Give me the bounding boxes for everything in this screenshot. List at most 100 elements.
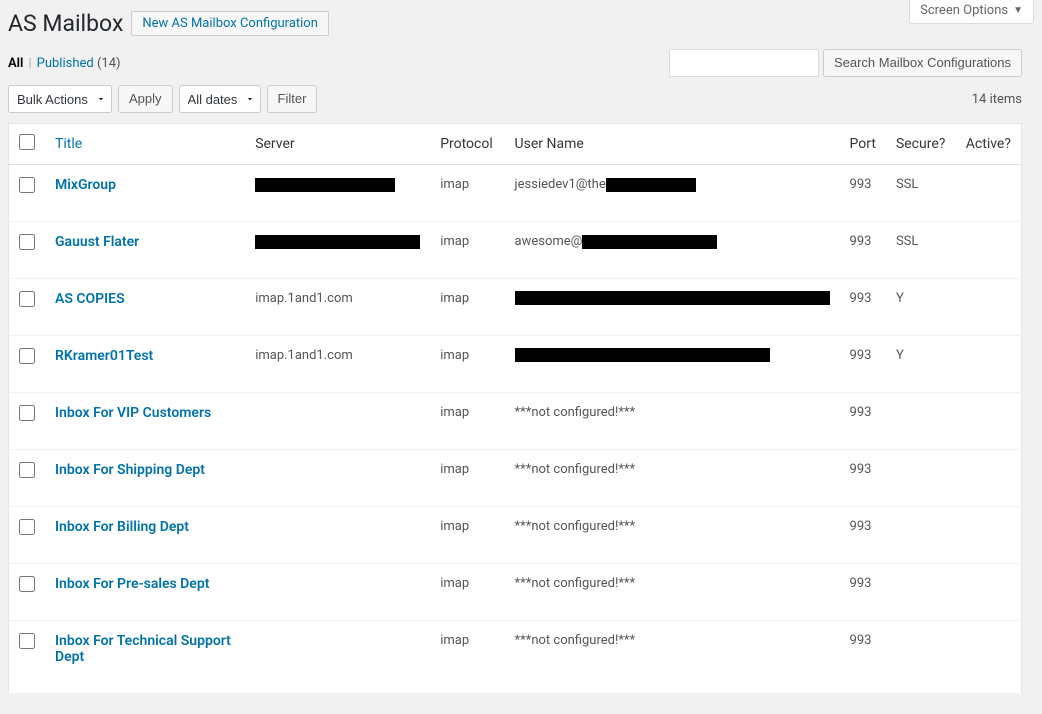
row-protocol: imap <box>430 393 504 450</box>
row-checkbox[interactable] <box>19 348 35 364</box>
page-title: AS Mailbox <box>8 10 123 37</box>
row-protocol: imap <box>430 222 504 279</box>
row-protocol: imap <box>430 279 504 336</box>
row-username: jessiedev1@the <box>505 165 840 222</box>
add-new-button[interactable]: New AS Mailbox Configuration <box>131 11 329 36</box>
row-checkbox[interactable] <box>19 633 35 649</box>
row-username <box>505 279 840 336</box>
row-active <box>956 393 1022 450</box>
table-row: AS COPIES imap.1and1.comimap 993Y <box>9 279 1022 336</box>
search-button[interactable]: Search Mailbox Configurations <box>823 49 1022 77</box>
redacted-block <box>606 178 696 192</box>
row-checkbox[interactable] <box>19 291 35 307</box>
row-protocol: imap <box>430 564 504 621</box>
chevron-down-icon: ▼ <box>1013 5 1023 16</box>
row-protocol: imap <box>430 621 504 694</box>
row-title-link[interactable]: Inbox For Pre-sales Dept <box>55 576 209 592</box>
row-server: imap.1and1.com <box>245 336 430 393</box>
row-server <box>245 507 430 564</box>
row-protocol: imap <box>430 165 504 222</box>
row-secure <box>886 564 956 621</box>
row-server <box>245 450 430 507</box>
row-secure: SSL <box>886 165 956 222</box>
table-row: Inbox For Pre-sales Dept imap***not confi… <box>9 564 1022 621</box>
row-secure: Y <box>886 279 956 336</box>
row-port: 993 <box>840 279 886 336</box>
row-title-link[interactable]: AS COPIES <box>55 291 125 307</box>
table-row: Inbox For VIP Customers imap***not config… <box>9 393 1022 450</box>
filter-published-link[interactable]: Published <box>37 56 94 71</box>
row-secure <box>886 507 956 564</box>
column-username: User Name <box>505 124 840 165</box>
column-active: Active? <box>956 124 1022 165</box>
row-title-link[interactable]: Inbox For VIP Customers <box>55 405 211 421</box>
row-checkbox[interactable] <box>19 234 35 250</box>
row-server <box>245 621 430 694</box>
row-checkbox[interactable] <box>19 405 35 421</box>
row-checkbox[interactable] <box>19 177 35 193</box>
row-title-link[interactable]: Inbox For Billing Dept <box>55 519 189 535</box>
row-server <box>245 165 430 222</box>
row-username: awesome@ <box>505 222 840 279</box>
row-title-link[interactable]: Inbox For Technical Support Dept <box>55 633 231 665</box>
apply-bulk-button[interactable]: Apply <box>118 85 173 113</box>
row-title-link[interactable]: Gauust Flater <box>55 234 139 250</box>
row-username: ***not configured!*** <box>505 564 840 621</box>
filter-published-count: (14) <box>94 56 121 71</box>
column-port: Port <box>840 124 886 165</box>
search-input[interactable] <box>669 49 819 77</box>
redacted-block <box>515 348 770 362</box>
row-protocol: imap <box>430 336 504 393</box>
table-row: RKramer01Test imap.1and1.comimap 993Y <box>9 336 1022 393</box>
bulk-actions-select[interactable]: Bulk Actions <box>8 85 112 113</box>
screen-options-label: Screen Options <box>920 3 1008 18</box>
row-active <box>956 507 1022 564</box>
filter-all-link[interactable]: All <box>8 56 23 71</box>
row-protocol: imap <box>430 507 504 564</box>
row-secure <box>886 621 956 694</box>
column-server: Server <box>245 124 430 165</box>
row-username: ***not configured!*** <box>505 393 840 450</box>
row-secure <box>886 393 956 450</box>
row-active <box>956 165 1022 222</box>
row-checkbox[interactable] <box>19 462 35 478</box>
row-checkbox[interactable] <box>19 576 35 592</box>
redacted-block <box>515 291 830 305</box>
row-secure: Y <box>886 336 956 393</box>
column-title[interactable]: Title <box>45 124 245 165</box>
screen-options-tab[interactable]: Screen Options ▼ <box>909 0 1034 24</box>
row-port: 993 <box>840 564 886 621</box>
row-port: 993 <box>840 393 886 450</box>
row-server <box>245 564 430 621</box>
row-title-link[interactable]: MixGroup <box>55 177 116 193</box>
column-secure: Secure? <box>886 124 956 165</box>
row-port: 993 <box>840 165 886 222</box>
filter-separator: | <box>28 56 31 71</box>
table-row: Gauust Flaterimapawesome@993SSL <box>9 222 1022 279</box>
row-server: imap.1and1.com <box>245 279 430 336</box>
select-all-checkbox[interactable] <box>19 134 35 150</box>
row-title-link[interactable]: RKramer01Test <box>55 348 153 364</box>
row-active <box>956 279 1022 336</box>
row-username: ***not configured!*** <box>505 450 840 507</box>
redacted-block <box>255 235 420 249</box>
row-port: 993 <box>840 336 886 393</box>
row-username <box>505 336 840 393</box>
row-active <box>956 564 1022 621</box>
row-server <box>245 393 430 450</box>
row-username: ***not configured!*** <box>505 621 840 694</box>
row-username: ***not configured!*** <box>505 507 840 564</box>
row-title-link[interactable]: Inbox For Shipping Dept <box>55 462 205 478</box>
date-filter-select[interactable]: All dates <box>179 85 261 113</box>
filter-button[interactable]: Filter <box>267 85 318 113</box>
row-server <box>245 222 430 279</box>
row-checkbox[interactable] <box>19 519 35 535</box>
mailbox-table: Title Server Protocol User Name Port Sec… <box>8 123 1022 694</box>
row-port: 993 <box>840 222 886 279</box>
row-protocol: imap <box>430 450 504 507</box>
row-port: 993 <box>840 450 886 507</box>
table-row: Inbox For Technical Support Dept imap***n… <box>9 621 1022 694</box>
table-row: Inbox For Billing Dept imap***not configu… <box>9 507 1022 564</box>
row-active <box>956 336 1022 393</box>
row-active <box>956 621 1022 694</box>
